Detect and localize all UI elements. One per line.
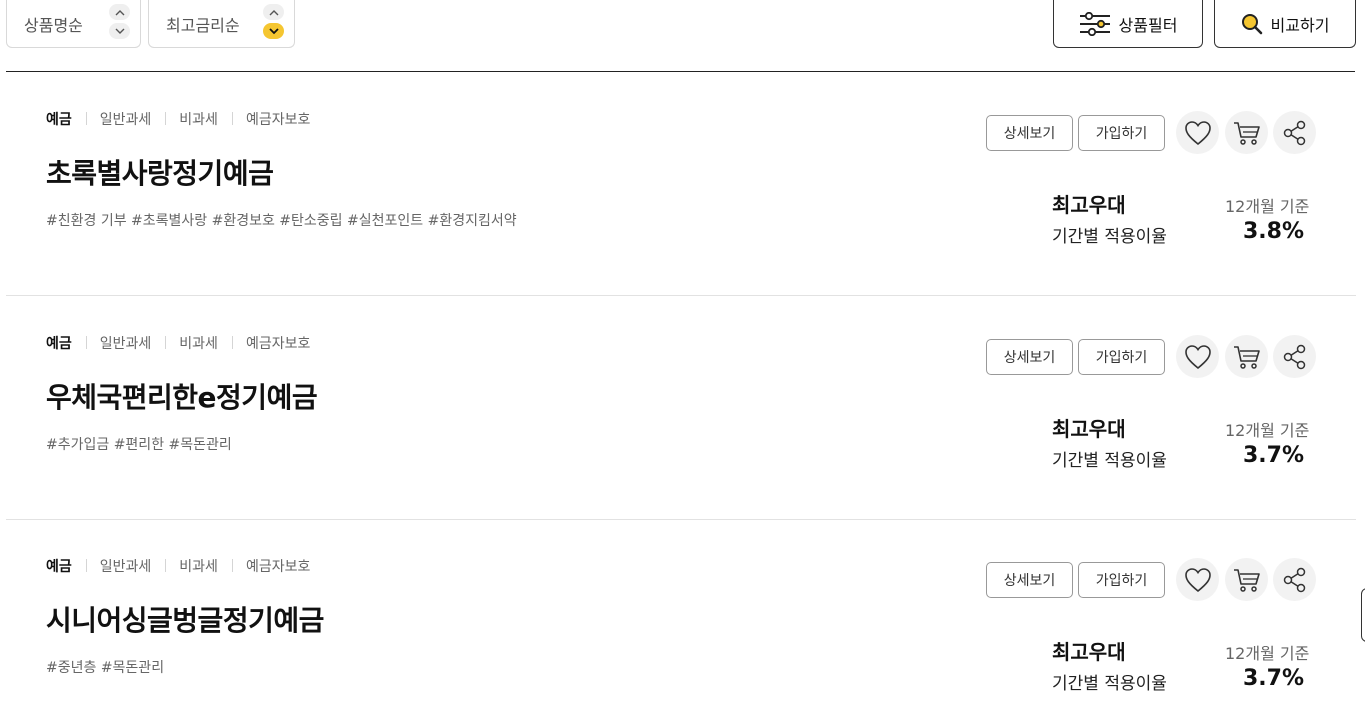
share-icon <box>1283 120 1305 145</box>
detail-button[interactable]: 상세보기 <box>986 562 1073 598</box>
wish-button[interactable] <box>1176 558 1219 601</box>
wish-button[interactable] <box>1176 111 1219 154</box>
product-row: 예금 일반과세 비과세 예금자보호 우체국편리한e정기예금 #추가입금 #편리한… <box>6 296 1356 520</box>
sort-asc-icon[interactable] <box>109 4 130 20</box>
detail-button[interactable]: 상세보기 <box>986 339 1073 375</box>
heart-icon <box>1184 344 1211 369</box>
sort-by-rate-button[interactable]: 최고금리순 <box>148 0 295 48</box>
tag: 예금자보호 <box>231 109 324 129</box>
tag: 비과세 <box>165 556 232 576</box>
share-button[interactable] <box>1273 558 1316 601</box>
rate-subtitle: 기간별 적용이율 <box>1052 674 1167 694</box>
rate-title: 최고우대 <box>1052 417 1126 441</box>
side-panel-tab[interactable] <box>1361 588 1365 642</box>
share-icon <box>1283 344 1305 369</box>
tag: 일반과세 <box>85 556 166 576</box>
tag: 비과세 <box>165 109 232 129</box>
tag-type: 예금 <box>46 336 72 352</box>
heart-icon <box>1184 567 1211 592</box>
product-hashtags: #친환경 기부 #초록별사랑 #환경보호 #탄소중립 #실천포인트 #환경지킴서… <box>46 213 517 229</box>
product-hashtags: #중년층 #목돈관리 <box>46 660 165 676</box>
compare-button[interactable]: 비교하기 <box>1214 0 1356 48</box>
product-name[interactable]: 초록별사랑정기예금 <box>46 152 274 192</box>
cart-button[interactable] <box>1225 111 1268 154</box>
sort-arrows <box>109 4 130 39</box>
sort-arrows <box>263 4 284 39</box>
rate-value: 3.7% <box>1243 443 1305 468</box>
sort-desc-active-icon[interactable] <box>263 23 284 39</box>
rate-basis: 12개월 기준 <box>1225 421 1310 440</box>
rate-subtitle: 기간별 적용이율 <box>1052 227 1167 247</box>
detail-button[interactable]: 상세보기 <box>986 115 1073 151</box>
rate-value: 3.8% <box>1243 219 1305 244</box>
tag: 예금자보호 <box>231 333 324 353</box>
product-row: 예금 일반과세 비과세 예금자보호 시니어싱글벙글정기예금 #중년층 #목돈관리… <box>6 519 1356 717</box>
tag: 일반과세 <box>85 333 166 353</box>
sort-asc-icon[interactable] <box>263 4 284 20</box>
tag: 비과세 <box>165 333 232 353</box>
rate-basis: 12개월 기준 <box>1225 644 1310 663</box>
product-tags: 예금 일반과세 비과세 예금자보호 <box>46 333 324 353</box>
cart-icon <box>1233 568 1260 592</box>
compare-label: 비교하기 <box>1270 15 1330 35</box>
heart-icon <box>1184 120 1211 145</box>
cart-icon <box>1233 345 1260 369</box>
product-filter-label: 상품필터 <box>1118 15 1178 35</box>
cart-button[interactable] <box>1225 558 1268 601</box>
product-name[interactable]: 시니어싱글벙글정기예금 <box>46 599 324 639</box>
cart-button[interactable] <box>1225 335 1268 378</box>
rate-subtitle: 기간별 적용이율 <box>1052 451 1167 471</box>
join-button[interactable]: 가입하기 <box>1078 562 1165 598</box>
rate-value: 3.7% <box>1243 666 1305 691</box>
share-button[interactable] <box>1273 111 1316 154</box>
cart-icon <box>1233 121 1260 145</box>
share-button[interactable] <box>1273 335 1316 378</box>
tag-type: 예금 <box>46 112 72 128</box>
wish-button[interactable] <box>1176 335 1219 378</box>
tag-type: 예금 <box>46 559 72 575</box>
product-name[interactable]: 우체국편리한e정기예금 <box>46 376 318 416</box>
join-button[interactable]: 가입하기 <box>1078 115 1165 151</box>
product-tags: 예금 일반과세 비과세 예금자보호 <box>46 556 324 576</box>
rate-basis: 12개월 기준 <box>1225 197 1310 216</box>
product-tags: 예금 일반과세 비과세 예금자보호 <box>46 109 324 129</box>
tag: 예금자보호 <box>231 556 324 576</box>
sliders-icon <box>1079 11 1110 36</box>
sort-by-rate-label: 최고금리순 <box>166 15 240 35</box>
product-filter-button[interactable]: 상품필터 <box>1053 0 1203 48</box>
sort-desc-icon[interactable] <box>109 23 130 39</box>
product-row: 예금 일반과세 비과세 예금자보호 초록별사랑정기예금 #친환경 기부 #초록별… <box>6 72 1356 296</box>
sort-by-name-button[interactable]: 상품명순 <box>6 0 141 48</box>
sort-by-name-label: 상품명순 <box>24 15 83 35</box>
join-button[interactable]: 가입하기 <box>1078 339 1165 375</box>
rate-title: 최고우대 <box>1052 193 1126 217</box>
share-icon <box>1283 567 1305 592</box>
rate-title: 최고우대 <box>1052 640 1126 664</box>
product-hashtags: #추가입금 #편리한 #목돈관리 <box>46 437 232 453</box>
tag: 일반과세 <box>85 109 166 129</box>
search-icon <box>1241 13 1262 34</box>
